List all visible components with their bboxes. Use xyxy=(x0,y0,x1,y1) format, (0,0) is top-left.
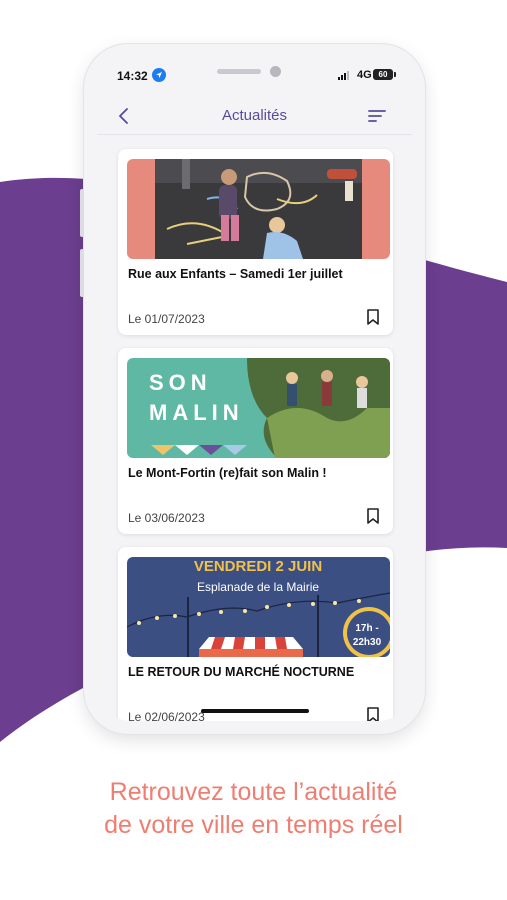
volume-up-button xyxy=(80,189,84,237)
caption-line-1: Retrouvez toute l’actualité xyxy=(109,778,398,806)
status-bar: 14:32 4G 60 xyxy=(97,57,412,97)
news-image-son-malin: SON MALIN xyxy=(127,358,390,458)
phone-frame: 14:32 4G 60 Actualités Rue aux Enfants –… xyxy=(80,44,425,734)
bookmark-icon xyxy=(367,707,379,721)
news-title: Rue aux Enfants – Samedi 1er juillet xyxy=(128,267,343,281)
sort-lines-icon xyxy=(368,110,386,122)
bookmark-button[interactable] xyxy=(365,706,381,721)
front-camera xyxy=(270,66,281,77)
bookmark-icon xyxy=(367,508,379,524)
news-image-marche-nocturne: Vendredi 2 juin Esplanade de la Mairie xyxy=(127,557,390,657)
news-card[interactable]: Vendredi 2 juin Esplanade de la Mairie xyxy=(118,547,393,721)
news-card[interactable]: Rue aux Enfants – Samedi 1er juillet Le … xyxy=(118,149,393,335)
signal-icon xyxy=(338,71,349,80)
banner-time-start: 17h - xyxy=(355,623,378,634)
banner-subline: Esplanade de la Mairie xyxy=(197,580,319,594)
navigation-bar: Actualités xyxy=(97,97,412,135)
banner-time-end: 22h30 xyxy=(353,637,382,648)
news-card[interactable]: SON MALIN Le Mont-Fortin (re)fait son Ma… xyxy=(118,348,393,534)
location-arrow-icon xyxy=(152,68,166,82)
news-title: Le Mont-Fortin (re)fait son Malin ! xyxy=(128,466,327,480)
bookmark-icon xyxy=(367,309,379,325)
battery-icon: 60 xyxy=(373,69,396,80)
home-indicator[interactable] xyxy=(201,709,309,713)
status-time: 14:32 xyxy=(117,69,148,83)
news-date: Le 02/06/2023 xyxy=(128,710,205,721)
bookmark-button[interactable] xyxy=(365,507,381,525)
phone-screen: 14:32 4G 60 Actualités Rue aux Enfants –… xyxy=(97,57,412,721)
banner-text-son: SON xyxy=(149,370,212,395)
speaker-grille xyxy=(217,69,261,74)
news-image-children-chalk xyxy=(127,159,390,259)
news-date: Le 03/06/2023 xyxy=(128,511,205,525)
page-title: Actualités xyxy=(221,107,288,124)
filter-button[interactable] xyxy=(367,108,387,124)
network-label: 4G xyxy=(357,69,372,81)
news-date: Le 01/07/2023 xyxy=(128,312,205,326)
banner-text-malin: MALIN xyxy=(149,400,244,425)
volume-down-button xyxy=(80,249,84,297)
caption-line-2: de votre ville en temps réel xyxy=(104,811,403,839)
news-title: LE RETOUR DU MARCHÉ NOCTURNE xyxy=(128,665,355,679)
bookmark-button[interactable] xyxy=(365,308,381,326)
banner-headline: Vendredi 2 juin xyxy=(194,558,322,575)
